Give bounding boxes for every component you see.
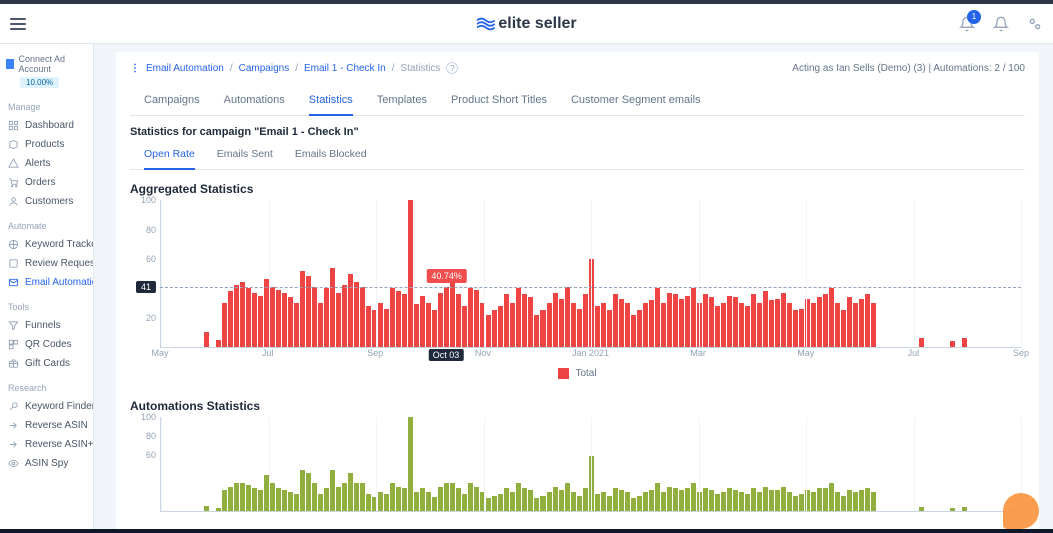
sidebar-item-keyword-tracker[interactable]: Keyword Tracker: [0, 235, 93, 254]
menu-toggle-icon[interactable]: [10, 18, 26, 30]
notifications-icon[interactable]: 1: [959, 16, 975, 32]
legend-label-total: Total: [575, 368, 596, 379]
sub-tabs: Open Rate Emails Sent Emails Blocked: [130, 144, 1025, 170]
tab-customer-segment-emails[interactable]: Customer Segment emails: [571, 88, 701, 115]
chart-legend: Total: [130, 364, 1025, 387]
tab-campaigns[interactable]: Campaigns: [144, 88, 200, 115]
aggregated-statistics-chart[interactable]: 10080604020 40.74% 41 MayJulSepNovJan 20…: [130, 200, 1025, 360]
sidebar-item-email-automation[interactable]: Email Automation: [0, 273, 93, 292]
tab-statistics[interactable]: Statistics: [309, 88, 353, 116]
chart-tooltip: 40.74%: [426, 269, 467, 283]
x-highlight-badge: Oct 03: [429, 349, 464, 361]
sidebar-item-keyword-finder[interactable]: Keyword Finder: [0, 397, 93, 416]
acting-as-text: Acting as Ian Sells (Demo) (3) | Automat…: [792, 63, 1025, 74]
sidebar-item-asin-spy[interactable]: ASIN Spy: [0, 454, 93, 473]
sidebar-item-customers[interactable]: Customers: [0, 192, 93, 211]
main-content: ⋮ Email Automation/ Campaigns/ Email 1 -…: [94, 44, 1053, 533]
sidebar: Connect Ad Account 10.00% Manage Dashboa…: [0, 44, 94, 533]
subtab-emails-sent[interactable]: Emails Sent: [217, 144, 273, 169]
crumb-email-automation[interactable]: Email Automation: [146, 63, 224, 74]
main-tabs: Campaigns Automations Statistics Templat…: [130, 84, 1025, 116]
subtab-open-rate[interactable]: Open Rate: [144, 144, 195, 170]
section-tools: Tools: [0, 292, 93, 316]
chat-widget-icon[interactable]: [1003, 493, 1039, 529]
sidebar-item-dashboard[interactable]: Dashboard: [0, 116, 93, 135]
brand-logo[interactable]: elite seller: [476, 15, 576, 33]
sidebar-item-orders[interactable]: Orders: [0, 173, 93, 192]
sidebar-item-review-requester[interactable]: Review Requester: [0, 254, 93, 273]
connect-label: Connect Ad Account: [18, 54, 87, 74]
top-bar: elite seller 1: [0, 4, 1053, 44]
tab-automations[interactable]: Automations: [224, 88, 285, 115]
connect-percentage: 10.00%: [20, 77, 59, 88]
tab-templates[interactable]: Templates: [377, 88, 427, 115]
crumb-campaign-name[interactable]: Email 1 - Check In: [304, 63, 386, 74]
sidebar-item-products[interactable]: Products: [0, 135, 93, 154]
chart2-title: Automations Statistics: [130, 387, 1025, 417]
settings-icon[interactable]: [1027, 16, 1043, 32]
info-icon[interactable]: ?: [446, 62, 458, 74]
section-automate: Automate: [0, 211, 93, 235]
sidebar-item-reverse-asin[interactable]: Reverse ASIN: [0, 416, 93, 435]
tab-product-short-titles[interactable]: Product Short Titles: [451, 88, 547, 115]
crumb-campaigns[interactable]: Campaigns: [239, 63, 290, 74]
chart1-title: Aggregated Statistics: [130, 170, 1025, 200]
brand-text: elite seller: [498, 15, 576, 33]
legend-swatch-total: [558, 368, 569, 379]
bell-outline-icon[interactable]: [993, 16, 1009, 32]
stats-for-campaign: Statistics for campaign "Email 1 - Check…: [130, 116, 1025, 144]
breadcrumb: ⋮ Email Automation/ Campaigns/ Email 1 -…: [130, 60, 1025, 84]
connect-ad-account[interactable]: Connect Ad Account 10.00%: [0, 50, 93, 92]
crumb-statistics: Statistics: [400, 63, 440, 74]
brand-wave-icon: [476, 17, 494, 31]
account-color-icon: [6, 59, 14, 69]
y-value-badge: 41: [136, 281, 156, 293]
notification-badge: 1: [967, 10, 981, 24]
section-research: Research: [0, 373, 93, 397]
automations-statistics-chart[interactable]: 1008060: [130, 417, 1025, 512]
subtab-emails-blocked[interactable]: Emails Blocked: [295, 144, 367, 169]
sidebar-item-funnels[interactable]: Funnels: [0, 316, 93, 335]
sidebar-item-gift-cards[interactable]: Gift Cards: [0, 354, 93, 373]
sidebar-item-alerts[interactable]: Alerts: [0, 154, 93, 173]
sidebar-item-qr-codes[interactable]: QR Codes: [0, 335, 93, 354]
sidebar-item-reverse-asin-plus[interactable]: Reverse ASIN+: [0, 435, 93, 454]
section-manage: Manage: [0, 92, 93, 116]
